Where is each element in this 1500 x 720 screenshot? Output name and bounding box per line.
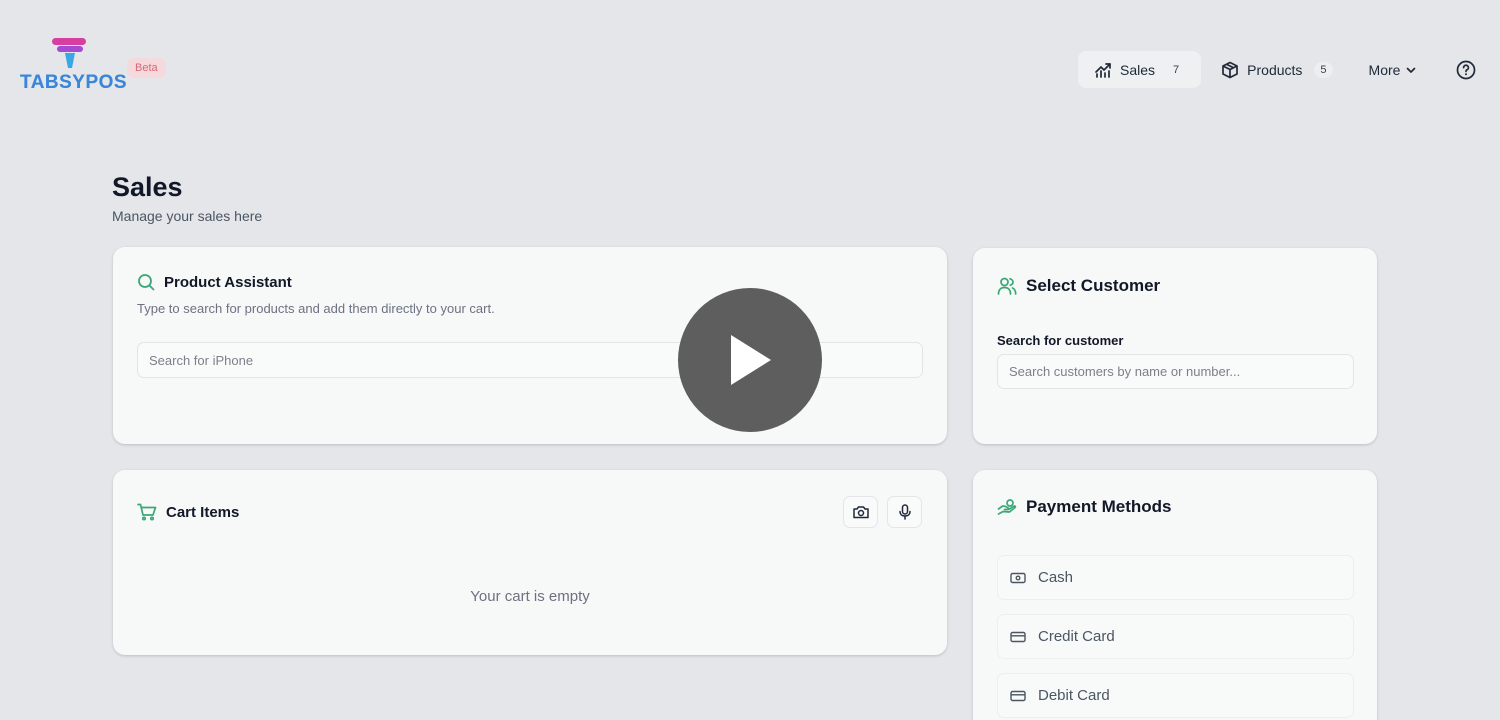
users-icon — [997, 277, 1017, 295]
card-title-label: Cart Items — [166, 503, 240, 521]
payment-option-cash[interactable]: Cash — [997, 555, 1354, 600]
nav-item-sales[interactable]: Sales 7 — [1078, 51, 1202, 88]
nav-count-badge: 5 — [1314, 61, 1333, 78]
nav-item-label: Products — [1247, 61, 1303, 78]
help-circle-icon[interactable] — [1456, 60, 1476, 80]
play-icon — [731, 335, 771, 385]
chart-icon — [1095, 62, 1111, 78]
cash-icon — [1010, 572, 1026, 583]
search-icon — [138, 274, 155, 291]
chevron-down-icon — [1407, 67, 1416, 73]
payment-option-label: Credit Card — [1038, 628, 1115, 645]
payment-option-label: Debit Card — [1038, 687, 1110, 704]
cart-items-card: Cart Items Your cart is empty — [113, 470, 947, 655]
nav-item-more[interactable]: More — [1353, 51, 1434, 88]
camera-icon — [852, 506, 869, 519]
card-title-label: Select Customer — [1026, 276, 1161, 295]
credit-card-icon — [1010, 690, 1026, 701]
payment-methods-card: Payment Methods Cash Credit Card Debit C… — [973, 470, 1377, 720]
nav-item-label: More — [1368, 61, 1401, 78]
empty-cart-message: Your cart is empty — [470, 588, 590, 605]
box-icon — [1222, 61, 1239, 78]
video-play-button[interactable] — [678, 288, 822, 432]
brand-logo[interactable]: TABSYPOS — [20, 38, 127, 98]
payment-option-credit-card[interactable]: Credit Card — [997, 614, 1354, 659]
logo-mark-icon — [52, 38, 86, 68]
hand-coins-icon — [997, 499, 1017, 515]
nav-count-badge: 7 — [1173, 63, 1180, 76]
brand-name: TABSYPOS — [20, 72, 128, 93]
camera-button[interactable] — [843, 496, 878, 528]
customer-search-label: Search for customer — [997, 333, 1124, 348]
card-title-label: Payment Methods — [1026, 497, 1172, 516]
card-title: Product Assistant — [137, 273, 292, 291]
credit-card-icon — [1010, 631, 1026, 642]
nav-item-products[interactable]: Products 5 — [1205, 51, 1348, 88]
card-description: Type to search for products and add them… — [137, 301, 495, 316]
cart-icon — [137, 503, 157, 521]
payment-option-label: Cash — [1038, 569, 1074, 586]
page-subtitle: Manage your sales here — [112, 208, 263, 224]
top-nav: Sales 7 Products 5 More — [1078, 51, 1437, 88]
card-title: Cart Items — [137, 503, 239, 521]
select-customer-card: Select Customer Search for customer — [973, 248, 1377, 444]
card-title: Payment Methods — [997, 497, 1171, 517]
card-title-label: Product Assistant — [164, 273, 292, 291]
nav-item-label: Sales — [1120, 61, 1156, 78]
product-assistant-card: Product Assistant Type to search for pro… — [113, 247, 947, 444]
microphone-icon — [898, 504, 911, 520]
microphone-button[interactable] — [887, 496, 922, 528]
page-title: Sales — [112, 172, 183, 202]
customer-search-input[interactable] — [997, 354, 1354, 389]
beta-badge: Beta — [127, 58, 166, 78]
payment-option-debit-card[interactable]: Debit Card — [997, 673, 1354, 718]
card-title: Select Customer — [997, 276, 1160, 296]
